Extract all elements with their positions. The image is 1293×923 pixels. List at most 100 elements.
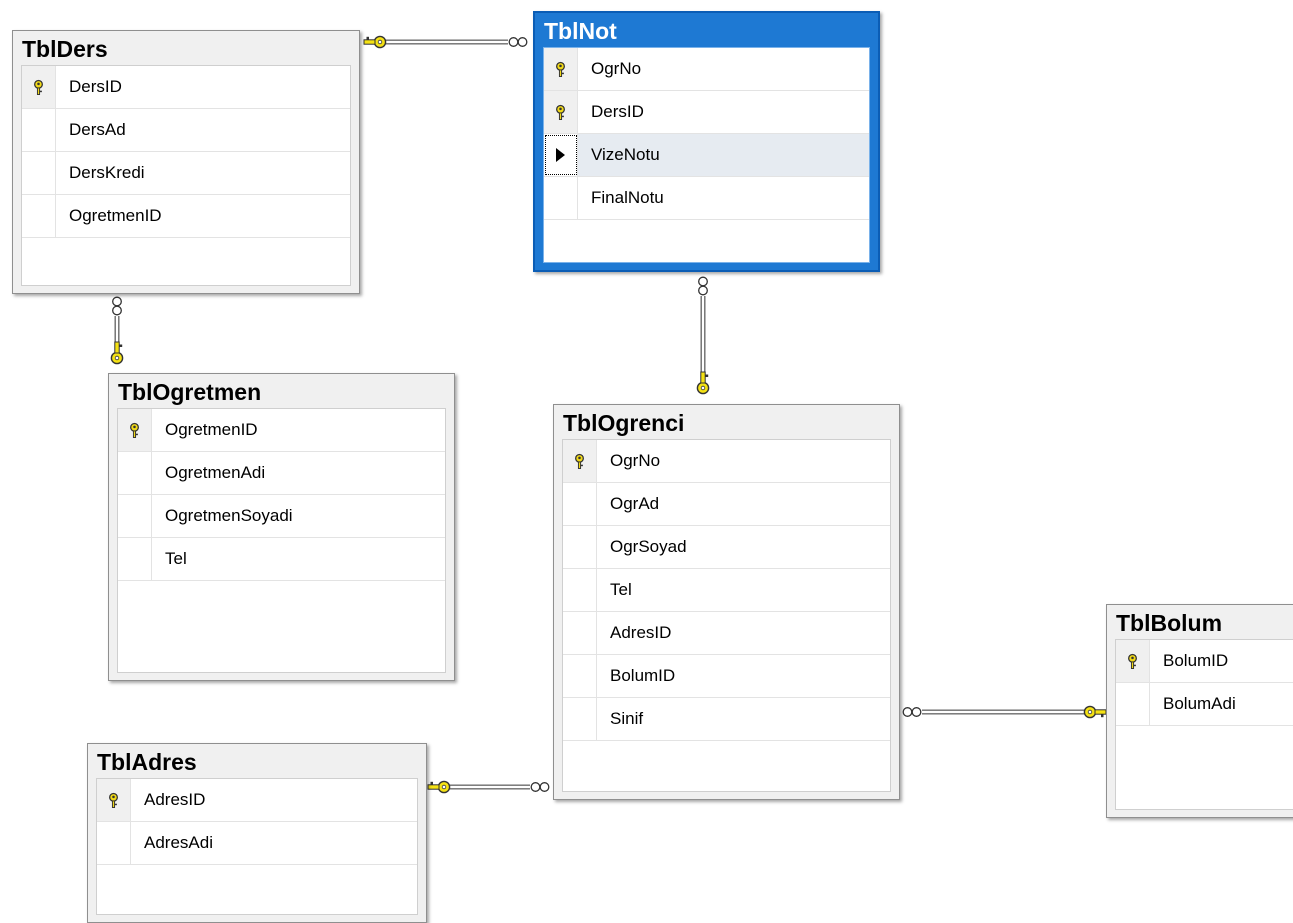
row-selector[interactable]	[97, 822, 131, 864]
row-selector[interactable]	[544, 91, 578, 133]
row-selector[interactable]	[544, 134, 578, 176]
row-selector[interactable]	[1116, 640, 1150, 682]
column-row[interactable]: OgrNo	[563, 440, 890, 483]
column-name: BolumID	[1163, 651, 1229, 670]
column-grid: AdresID AdresAdi	[96, 778, 418, 915]
key-icon	[1083, 705, 1107, 719]
infinity-icon	[112, 296, 122, 316]
column-row[interactable]: BolumID	[563, 655, 890, 698]
row-selector[interactable]	[22, 195, 56, 237]
row-selector[interactable]	[22, 152, 56, 194]
row-selector[interactable]	[563, 698, 597, 740]
infinity-icon	[530, 782, 550, 792]
row-selector[interactable]	[118, 452, 152, 494]
row-selector[interactable]	[563, 612, 597, 654]
key-icon	[109, 792, 118, 808]
column-row[interactable]: DersID	[544, 91, 869, 134]
key-icon	[110, 341, 124, 365]
table-title[interactable]: TblAdres	[88, 744, 426, 776]
key-icon	[130, 422, 139, 438]
table-tblnot[interactable]: TblNot OgrNo DersID VizeNotu FinalNotu	[533, 11, 880, 272]
table-title[interactable]: TblBolum	[1107, 605, 1293, 637]
key-icon	[427, 780, 451, 794]
column-name: AdresID	[144, 790, 206, 809]
row-selector[interactable]	[544, 177, 578, 219]
column-name: Tel	[610, 580, 632, 599]
row-selector[interactable]	[544, 48, 578, 90]
column-row[interactable]: OgretmenID	[118, 409, 445, 452]
column-row[interactable]: AdresID	[97, 779, 417, 822]
row-pointer-icon	[556, 148, 565, 162]
column-row[interactable]: FinalNotu	[544, 177, 869, 220]
table-tblogrenci[interactable]: TblOgrenci OgrNo OgrAd OgrSoyad Tel AdresID Bo…	[553, 404, 900, 800]
key-icon	[34, 79, 43, 95]
column-row[interactable]: Sinif	[563, 698, 890, 741]
diagram-canvas[interactable]: TblDers DersID DersAd DersKredi OgretmenID Tb…	[0, 0, 1293, 923]
table-tblogretmen[interactable]: TblOgretmen OgretmenID OgretmenAdi Ogretmen…	[108, 373, 455, 681]
row-selector[interactable]	[563, 655, 597, 697]
column-name: Sinif	[610, 709, 644, 728]
key-icon	[556, 61, 565, 77]
column-row[interactable]: BolumAdi	[1116, 683, 1293, 726]
column-row[interactable]: OgrNo	[544, 48, 869, 91]
column-row[interactable]: DersID	[22, 66, 350, 109]
key-icon	[575, 453, 584, 469]
column-name: BolumAdi	[1163, 694, 1236, 713]
column-row[interactable]: OgretmenID	[22, 195, 350, 238]
row-selector[interactable]	[563, 440, 597, 482]
column-name: DersID	[69, 77, 122, 96]
table-tbladres[interactable]: TblAdres AdresID AdresAdi	[87, 743, 427, 923]
table-title[interactable]: TblDers	[13, 31, 359, 63]
column-row[interactable]: Tel	[563, 569, 890, 612]
column-name: VizeNotu	[591, 145, 660, 164]
column-row[interactable]: DersKredi	[22, 152, 350, 195]
row-selector[interactable]	[563, 526, 597, 568]
row-selector[interactable]	[118, 538, 152, 580]
key-icon	[363, 35, 387, 49]
column-name: BolumID	[610, 666, 676, 685]
infinity-icon	[902, 707, 922, 717]
infinity-icon	[508, 37, 528, 47]
key-icon	[556, 104, 565, 120]
row-selector[interactable]	[1116, 683, 1150, 725]
column-row[interactable]: OgretmenAdi	[118, 452, 445, 495]
column-name: AdresID	[610, 623, 672, 642]
table-title[interactable]: TblNot	[535, 13, 878, 45]
table-title[interactable]: TblOgrenci	[554, 405, 899, 437]
table-title[interactable]: TblOgretmen	[109, 374, 454, 406]
column-name: OgrAd	[610, 494, 660, 513]
row-selector[interactable]	[563, 569, 597, 611]
key-icon	[696, 371, 710, 395]
column-name: FinalNotu	[591, 188, 664, 207]
column-grid: OgrNo OgrAd OgrSoyad Tel AdresID BolumID Sinif	[562, 439, 891, 792]
column-row[interactable]: AdresAdi	[97, 822, 417, 865]
column-row[interactable]: OgretmenSoyadi	[118, 495, 445, 538]
row-selector[interactable]	[118, 409, 152, 451]
column-name: OgrNo	[591, 59, 642, 78]
column-name: OgrSoyad	[610, 537, 687, 556]
column-name: OgretmenSoyadi	[165, 506, 293, 525]
column-row[interactable]: OgrSoyad	[563, 526, 890, 569]
row-selector[interactable]	[97, 779, 131, 821]
column-row[interactable]: DersAd	[22, 109, 350, 152]
column-name: AdresAdi	[144, 833, 213, 852]
column-grid: OgrNo DersID VizeNotu FinalNotu	[543, 47, 870, 263]
row-selector[interactable]	[22, 109, 56, 151]
row-selector[interactable]	[563, 483, 597, 525]
column-name: OgretmenID	[165, 420, 258, 439]
column-name: DersAd	[69, 120, 126, 139]
column-name: OgretmenID	[69, 206, 162, 225]
column-grid: DersID DersAd DersKredi OgretmenID	[21, 65, 351, 286]
key-icon	[1128, 653, 1137, 669]
column-row[interactable]: BolumID	[1116, 640, 1293, 683]
column-name: OgretmenAdi	[165, 463, 266, 482]
table-tblders[interactable]: TblDers DersID DersAd DersKredi OgretmenID	[12, 30, 360, 294]
row-selector[interactable]	[22, 66, 56, 108]
row-selector[interactable]	[118, 495, 152, 537]
column-name: DersID	[591, 102, 644, 121]
column-row[interactable]: Tel	[118, 538, 445, 581]
table-tblbolum[interactable]: TblBolum BolumID BolumAdi	[1106, 604, 1293, 818]
column-row[interactable]: VizeNotu	[544, 134, 869, 177]
column-row[interactable]: AdresID	[563, 612, 890, 655]
column-row[interactable]: OgrAd	[563, 483, 890, 526]
